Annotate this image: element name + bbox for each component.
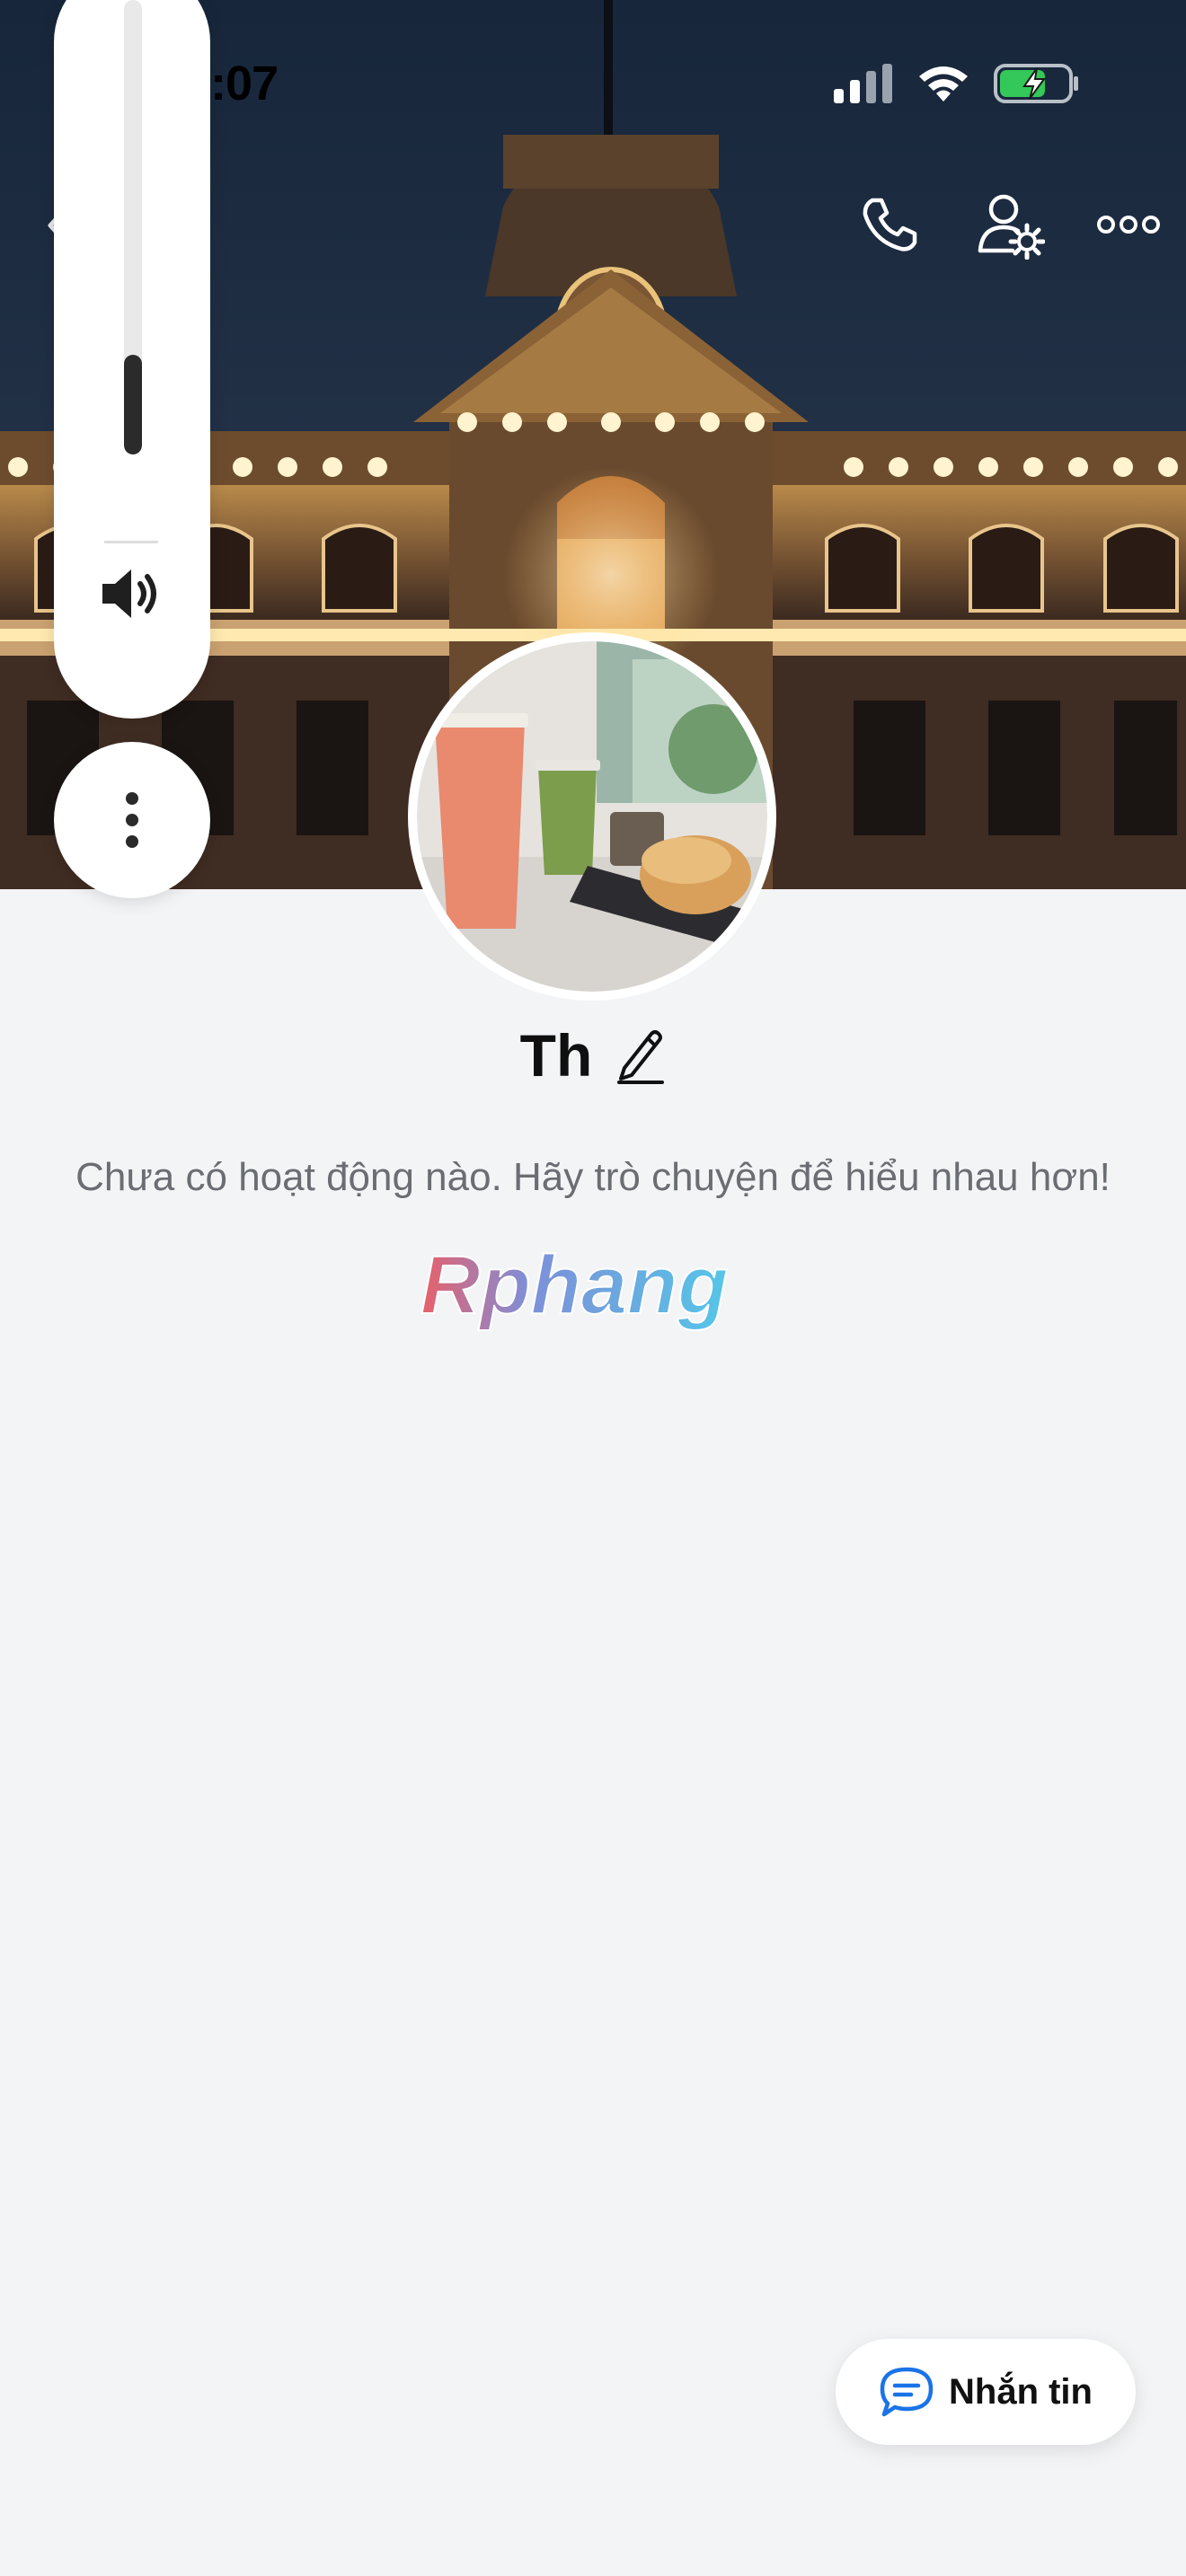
wifi-icon — [919, 66, 968, 101]
cellular-signal-icon — [834, 64, 892, 103]
volume-more-button[interactable] — [54, 742, 210, 898]
volume-slider[interactable] — [124, 0, 142, 454]
speaker-icon[interactable] — [95, 557, 169, 631]
avatar-photo — [417, 641, 767, 992]
volume-level — [124, 354, 142, 454]
avatar[interactable] — [408, 632, 776, 1001]
watermark-text: Rphang — [420, 1239, 728, 1331]
call-button[interactable] — [854, 189, 925, 260]
send-message-button[interactable]: Nhắn tin — [836, 2339, 1136, 2445]
volume-divider — [104, 541, 158, 543]
phone-call-icon — [863, 198, 917, 251]
more-button[interactable] — [1093, 198, 1164, 251]
profile-settings-button[interactable] — [970, 185, 1051, 266]
send-message-label: Nhắn tin — [949, 2371, 1093, 2412]
status-icons — [834, 63, 1080, 104]
volume-panel[interactable] — [54, 0, 210, 719]
battery-charging-icon — [994, 64, 1078, 103]
empty-activity-message: Chưa có hoạt động nào. Hãy trò chuyện để… — [75, 1155, 1111, 1199]
vertical-dots-icon — [126, 792, 138, 848]
profile-name-row: Th — [0, 1015, 1186, 1096]
profile-settings-icon — [978, 194, 1045, 260]
watermark-logo: Rphang — [420, 1239, 729, 1332]
chat-bubble-icon — [880, 2367, 934, 2417]
more-icon — [1097, 216, 1160, 234]
profile-name: Th — [519, 1022, 593, 1089]
pencil-icon[interactable] — [615, 1027, 666, 1084]
